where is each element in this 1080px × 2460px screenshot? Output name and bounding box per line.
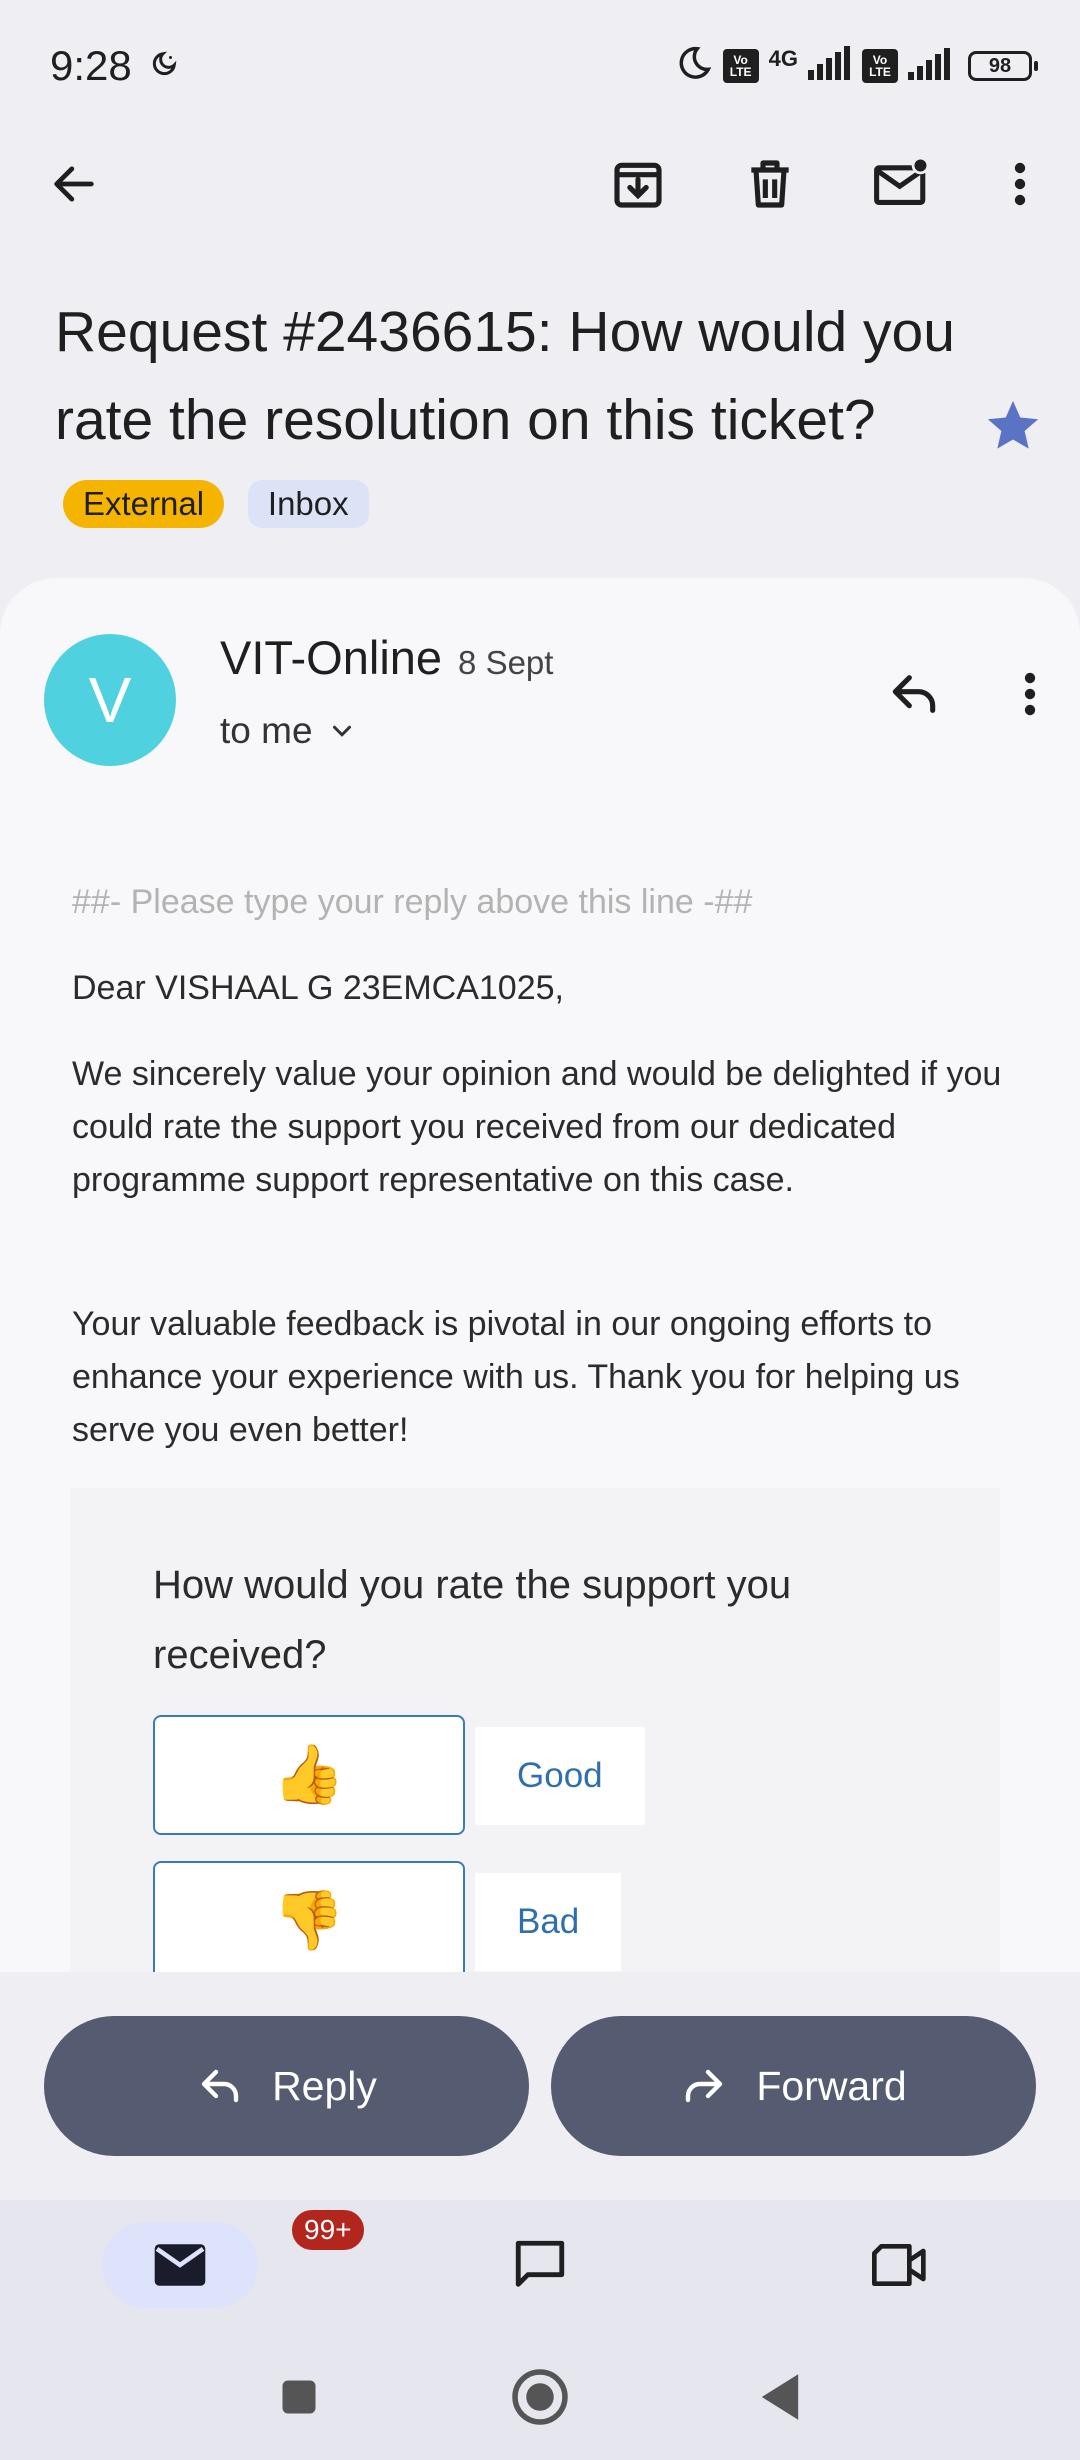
network-type: 4G <box>768 45 798 71</box>
label-inbox[interactable]: Inbox <box>247 480 369 528</box>
signal-icon-1 <box>808 46 852 85</box>
greeting: Dear VISHAAL G 23EMCA1025, <box>72 969 564 1007</box>
system-navigation <box>0 2330 1080 2460</box>
nav-meet[interactable] <box>860 2222 940 2308</box>
thumbs-up-icon: 👍 <box>272 1742 346 1807</box>
mark-unread-icon[interactable] <box>870 152 934 216</box>
rating-panel: How would you rate the support you recei… <box>70 1488 1000 1973</box>
thumbs-down-button[interactable]: 👎 <box>153 1861 465 1973</box>
sender-name: VIT-Online <box>220 631 443 684</box>
volte-badge-1: Vo LTE <box>722 48 759 83</box>
dnd-moon-icon <box>148 50 178 85</box>
unread-badge: 99+ <box>290 2208 366 2252</box>
status-bar: 9:28 Vo LTE 4G Vo LTE 98 <box>0 0 1080 130</box>
chevron-down-icon <box>332 725 351 737</box>
action-bar: Reply Forward <box>0 1972 1080 2200</box>
archive-icon[interactable] <box>606 152 670 216</box>
body-paragraph-1: We sincerely value your opinion and woul… <box>72 1055 1002 1199</box>
recipient-toggle[interactable]: to me <box>220 710 357 752</box>
mail-icon <box>154 2244 206 2286</box>
status-icons: Vo LTE 4G Vo LTE 98 <box>675 44 1038 87</box>
forward-button[interactable]: Forward <box>551 2016 1036 2156</box>
rating-question: How would you rate the support you recei… <box>153 1563 792 1677</box>
more-vert-icon[interactable] <box>988 152 1052 216</box>
battery-indicator: 98 <box>968 50 1038 81</box>
delete-icon[interactable] <box>738 152 802 216</box>
back-arrow-icon[interactable] <box>42 152 106 216</box>
reply-button[interactable]: Reply <box>44 2016 529 2156</box>
star-icon[interactable] <box>984 396 1042 459</box>
meet-icon <box>871 2244 926 2286</box>
recents-square-icon[interactable] <box>264 2362 334 2432</box>
back-triangle-icon[interactable] <box>745 2362 815 2432</box>
reply-icon[interactable] <box>878 658 950 730</box>
message-card: V VIT-Online 8 Sept to me ##- Please typ… <box>0 578 1080 1973</box>
chat-icon <box>515 2240 565 2287</box>
reply-above-line: ##- Please type your reply above this li… <box>72 883 753 921</box>
bottom-navigation: 99+ <box>0 2200 1080 2330</box>
sender-avatar[interactable]: V <box>44 634 176 766</box>
forward-label: Forward <box>756 2062 907 2109</box>
home-circle-icon[interactable] <box>505 2362 575 2432</box>
moon-icon <box>675 44 713 87</box>
message-more-icon[interactable] <box>1000 658 1060 730</box>
email-subject: Request #2436615: How would you rate the… <box>55 288 975 552</box>
signal-icon-2 <box>908 46 958 85</box>
reply-label: Reply <box>272 2062 377 2109</box>
nav-chat[interactable] <box>500 2222 580 2308</box>
recipient-text: to me <box>220 710 313 751</box>
email-date: 8 Sept <box>458 644 554 681</box>
label-external[interactable]: External <box>63 480 225 528</box>
status-time: 9:28 <box>50 42 132 89</box>
thumbs-down-icon: 👎 <box>272 1888 346 1953</box>
email-toolbar <box>0 140 1080 230</box>
subject-text: Request #2436615: How would you rate the… <box>55 300 955 452</box>
bad-link[interactable]: Bad <box>475 1873 622 1971</box>
forward-arrow-icon <box>686 2069 723 2103</box>
thumbs-up-button[interactable]: 👍 <box>153 1715 465 1835</box>
sender-line: VIT-Online 8 Sept <box>220 630 553 685</box>
body-paragraph-2: Your valuable feedback is pivotal in our… <box>72 1305 960 1449</box>
reply-arrow-icon <box>201 2069 239 2103</box>
volte-badge-2: Vo LTE <box>862 48 898 83</box>
nav-mail[interactable]: 99+ <box>102 2208 366 2308</box>
good-link[interactable]: Good <box>475 1727 645 1825</box>
